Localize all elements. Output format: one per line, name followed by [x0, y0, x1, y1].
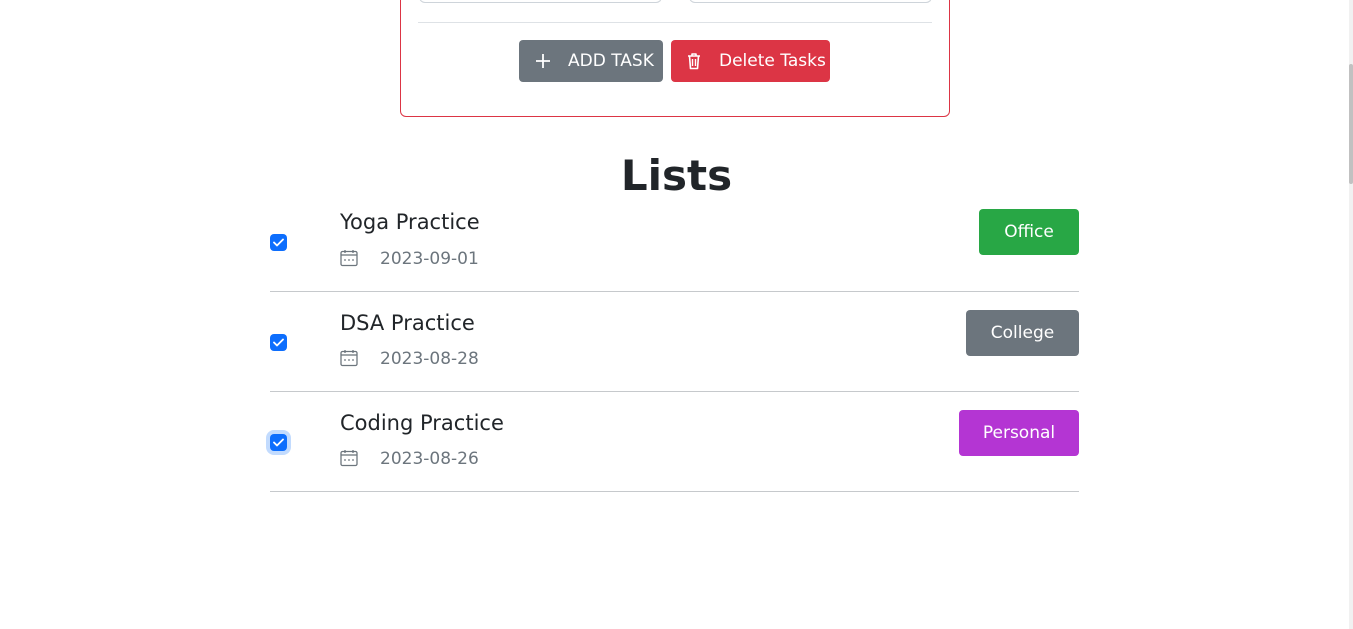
form-divider	[418, 22, 932, 23]
task-date: 2023-08-26	[380, 449, 479, 469]
page-scrollbar[interactable]	[1349, 0, 1353, 629]
scrollbar-thumb[interactable]	[1349, 64, 1353, 184]
task-checkbox[interactable]	[270, 234, 287, 251]
delete-tasks-label: Delete Tasks	[719, 51, 826, 71]
list-item: DSA Practice 2023-08-28 College	[270, 292, 1079, 392]
plus-icon	[534, 52, 552, 70]
calendar-icon	[340, 350, 358, 367]
task-name: DSA Practice	[340, 311, 475, 335]
delete-tasks-button[interactable]: Delete Tasks	[671, 40, 830, 82]
list-item: Yoga Practice 2023-09-01 Office	[270, 192, 1079, 292]
checkmark-icon	[273, 438, 284, 447]
task-name: Coding Practice	[340, 411, 504, 435]
task-date: 2023-09-01	[380, 249, 479, 269]
category-badge: College	[966, 310, 1079, 356]
add-task-label: ADD TASK	[568, 51, 654, 71]
category-badge: Office	[979, 209, 1079, 255]
category-badge: Personal	[959, 410, 1079, 456]
list-item: Coding Practice 2023-08-26 Personal	[270, 392, 1079, 492]
checkmark-icon	[273, 338, 284, 347]
task-name: Yoga Practice	[340, 210, 480, 234]
checkmark-icon	[273, 238, 284, 247]
trash-icon	[685, 52, 703, 70]
add-task-form: ADD TASK Delete Tasks	[400, 0, 950, 117]
task-name-input[interactable]	[419, 0, 662, 3]
calendar-icon	[340, 250, 358, 267]
task-category-input[interactable]	[689, 0, 932, 3]
task-list: Yoga Practice 2023-09-01 Office DSA Prac…	[270, 192, 1079, 492]
add-task-button[interactable]: ADD TASK	[519, 40, 663, 82]
calendar-icon	[340, 450, 358, 467]
task-checkbox[interactable]	[270, 334, 287, 351]
task-checkbox[interactable]	[270, 434, 287, 451]
task-date: 2023-08-28	[380, 349, 479, 369]
